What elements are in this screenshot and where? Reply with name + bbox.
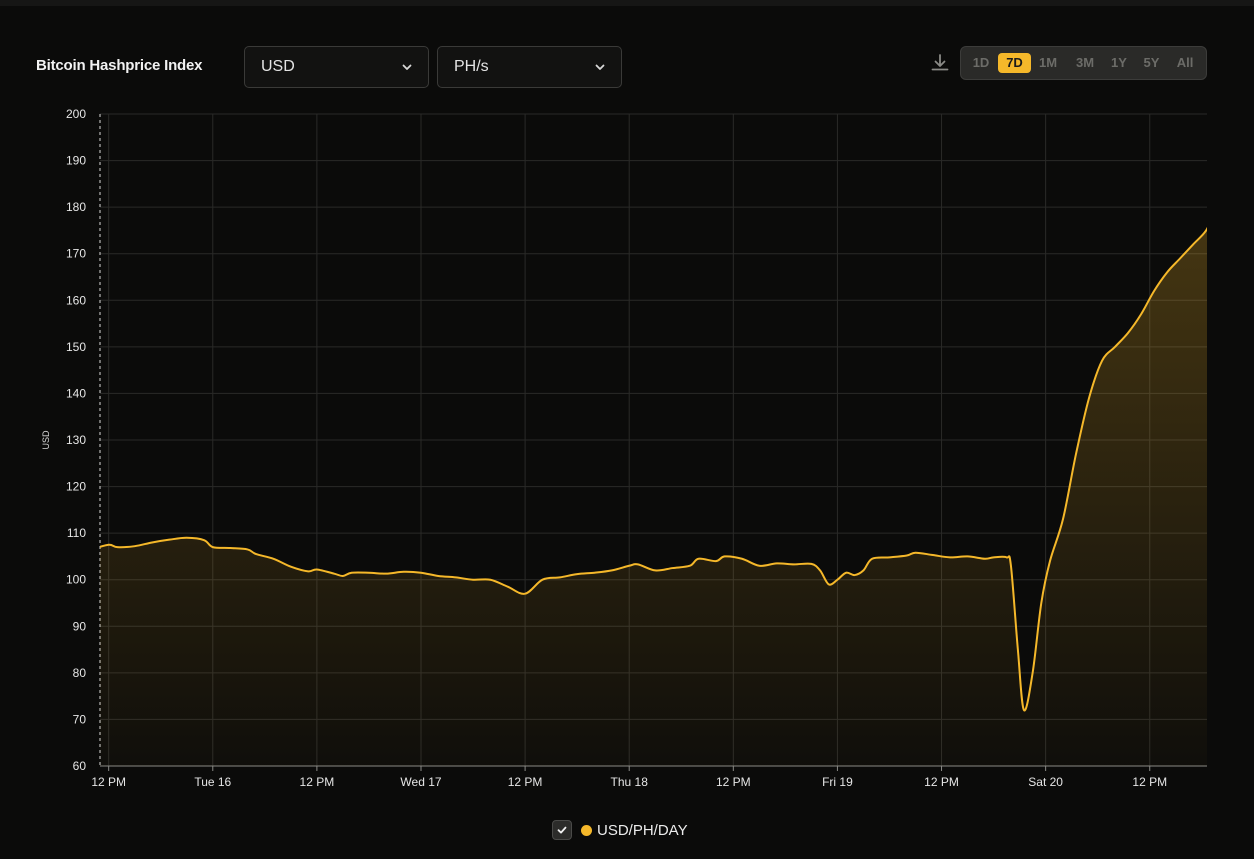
legend-label: USD/PH/DAY bbox=[597, 821, 688, 839]
y-tick-label: 200 bbox=[66, 107, 86, 121]
check-icon bbox=[557, 826, 567, 834]
hashprice-chart: 60 70 80 90 100 110 120 130 140 150 160 170 180 190 20… bbox=[41, 107, 1207, 789]
x-tick-label: Thu 18 bbox=[611, 775, 649, 789]
y-tick-label: 160 bbox=[66, 293, 86, 307]
legend-swatch bbox=[581, 824, 592, 836]
y-tick-label: 150 bbox=[66, 340, 86, 354]
series-layer bbox=[100, 226, 1207, 766]
y-tick-label: 170 bbox=[66, 247, 86, 261]
y-tick-label: 140 bbox=[66, 386, 86, 400]
x-tick-label: Tue 16 bbox=[194, 775, 231, 789]
y-tick-label: 130 bbox=[66, 433, 86, 447]
x-tick-label: 12 PM bbox=[300, 775, 335, 789]
x-tick-label: Wed 17 bbox=[400, 775, 441, 789]
x-tick-label: 12 PM bbox=[91, 775, 126, 789]
x-tick-label: Sat 20 bbox=[1028, 775, 1063, 789]
y-tick-label: 80 bbox=[73, 666, 87, 680]
y-tick-label: 70 bbox=[73, 712, 87, 726]
y-tick-label: 110 bbox=[67, 526, 86, 540]
x-tick-label: Fri 19 bbox=[822, 775, 853, 789]
x-tick-label: 12 PM bbox=[1132, 775, 1167, 789]
x-tick-label: 12 PM bbox=[924, 775, 959, 789]
x-tick-label: 12 PM bbox=[716, 775, 751, 789]
series-area bbox=[100, 228, 1207, 766]
legend-checkbox[interactable] bbox=[552, 820, 572, 840]
x-tick-label: 12 PM bbox=[508, 775, 543, 789]
y-tick-label: 120 bbox=[66, 480, 86, 494]
y-tick-label: 100 bbox=[66, 573, 86, 587]
y-tick-label: 60 bbox=[73, 759, 87, 773]
y-tick-label: 90 bbox=[73, 619, 87, 633]
y-axis-label: USD bbox=[41, 430, 51, 450]
legend: USD/PH/DAY bbox=[552, 818, 688, 842]
y-tick-label: 180 bbox=[66, 200, 86, 214]
y-tick-label: 190 bbox=[66, 154, 86, 168]
